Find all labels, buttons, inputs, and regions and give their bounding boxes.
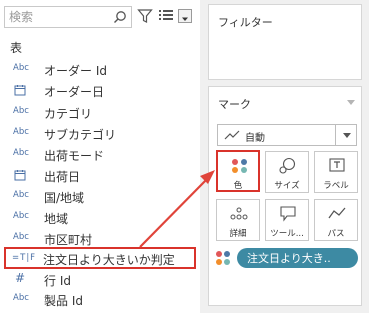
abc-icon: Abc [13,211,29,221]
abc-icon: Abc [13,63,29,73]
abc-icon: Abc [13,293,29,303]
label-icon [329,158,345,172]
abc-icon: Abc [13,232,29,242]
search-box[interactable] [4,6,132,28]
field-name: 地域 [44,212,69,226]
marks-title: マーク [218,98,251,111]
filters-shelf[interactable]: フィルター [208,4,362,80]
field-greater-than-order-date[interactable]: =T|F 注文日より大きいか判定 [4,247,196,269]
mark-type-label: 自動 [245,133,265,144]
color-button[interactable]: 色 [216,150,260,192]
chevron-down-icon [182,17,188,21]
mark-type-dropdown[interactable]: 自動 [217,124,357,146]
field-name: 製品 Id [44,294,83,308]
line-chart-icon [224,130,240,140]
field-region[interactable]: Abc 地域 [4,208,194,228]
field-product-id[interactable]: Abc 製品 Id [4,290,194,310]
color-dots-icon [232,159,247,173]
color-field-row: 注文日より大き.. [215,247,359,269]
marks-card: マーク 自動 色 サイズ ラベル 詳細 ツール... パス 注文日より大き.. [208,86,362,306]
chevron-down-icon[interactable] [343,133,351,138]
abc-icon: Abc [13,106,29,116]
field-name: オーダー Id [44,64,107,78]
filters-title: フィルター [218,16,273,29]
detail-icon [230,207,248,220]
list-view-icon[interactable] [158,9,174,23]
shelves-pane: フィルター マーク 自動 色 サイズ ラベル 詳細 ツール... パス 注文日よ… [200,0,369,313]
size-button[interactable]: サイズ [265,151,309,193]
path-icon [328,207,346,219]
field-category[interactable]: Abc カテゴリ [4,103,194,123]
tooltip-icon [280,206,296,222]
view-options-dropdown[interactable] [178,9,192,23]
field-ship-date[interactable]: 出荷日 [4,166,194,186]
color-button-label: 色 [233,181,243,191]
field-city[interactable]: Abc 市区町村 [4,229,194,249]
field-country-region[interactable]: Abc 国/地域 [4,187,194,207]
marks-menu-icon[interactable] [347,100,355,105]
field-name: 市区町村 [44,233,93,247]
dropdown-separator [335,125,336,145]
table-section-title: 表 [10,41,23,55]
field-name: サブカテゴリ [44,128,117,142]
path-button[interactable]: パス [314,199,358,241]
detail-button-label: 詳細 [229,229,247,239]
search-icon[interactable] [112,9,128,25]
abc-icon: Abc [13,148,29,158]
field-name: カテゴリ [44,107,93,121]
data-pane: 表 Abc オーダー Id オーダー日 Abc カテゴリ Abc サブカテゴリ … [0,0,200,313]
field-name: 出荷モード [44,149,105,163]
field-name: 行 Id [44,274,71,288]
boolean-icon: =T|F [12,253,37,263]
detail-button[interactable]: 詳細 [216,199,260,241]
field-name: オーダー日 [44,85,105,99]
field-ship-mode[interactable]: Abc 出荷モード [4,145,194,165]
field-name: 出荷日 [44,170,81,184]
size-icon [279,157,296,174]
color-field-pill[interactable]: 注文日より大き.. [237,248,358,268]
field-order-date[interactable]: オーダー日 [4,81,194,101]
calendar-icon [14,85,26,96]
tooltip-button-label: ツール... [270,229,304,239]
filter-icon[interactable] [137,8,153,24]
search-input[interactable] [9,8,109,26]
color-dots-icon [216,251,230,265]
abc-icon: Abc [13,190,29,200]
field-name: 国/地域 [44,191,85,205]
abc-icon: Abc [13,127,29,137]
size-button-label: サイズ [274,181,300,191]
field-order-id[interactable]: Abc オーダー Id [4,60,194,80]
label-button[interactable]: ラベル [314,151,358,193]
calendar-icon [14,170,26,181]
field-name: 注文日より大きいか判定 [43,253,175,267]
field-row-id[interactable]: # 行 Id [4,270,194,290]
path-button-label: パス [327,229,345,239]
field-subcategory[interactable]: Abc サブカテゴリ [4,124,194,144]
label-button-label: ラベル [323,181,349,191]
number-icon: # [15,271,26,285]
tooltip-button[interactable]: ツール... [265,199,309,241]
